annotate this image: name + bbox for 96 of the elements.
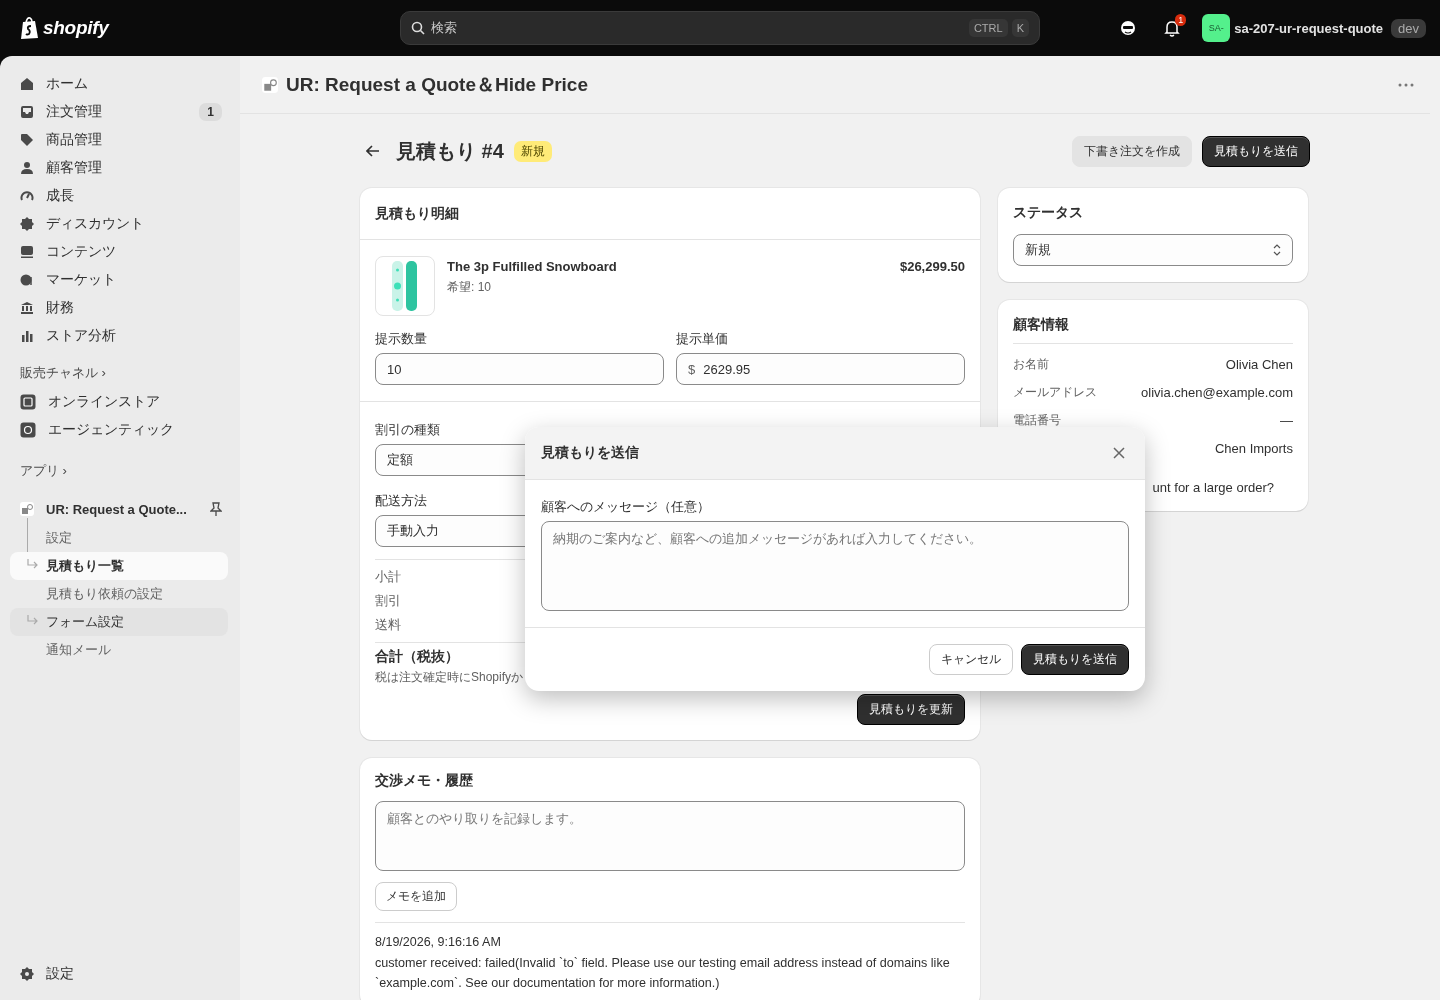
add-note-button[interactable]: メモを追加 (375, 882, 457, 911)
info-label: お名前 (1013, 355, 1049, 373)
shortcut-key: K (1011, 19, 1029, 37)
note-input[interactable]: 顧客とのやり取りを記録します。 (375, 801, 965, 871)
store-name[interactable]: sa-207-ur-request-quote (1234, 20, 1384, 36)
customer-note: unt for a large order? (1151, 479, 1275, 495)
app-icon (262, 76, 278, 93)
image-icon (20, 245, 34, 259)
robot-icon (20, 422, 36, 438)
hook-arrow-icon (27, 615, 39, 625)
field-label: 顧客へのメッセージ（任意） (541, 498, 710, 516)
nav-item[interactable]: ストア分析 (10, 322, 228, 350)
quote-title: 見積もり #4 (396, 138, 504, 164)
info-value: — (1280, 412, 1293, 428)
tax-note: 税は注文確定時にShopifyか (375, 669, 524, 686)
shortcut-key: CTRL (968, 19, 1008, 37)
input-field[interactable]: $ 2629.95 (676, 353, 965, 385)
history-message: customer received: failed(Invalid `to` field. Please use our testing email address instead of domains like `example.com`. See our documentation for more information.) (375, 955, 951, 992)
product-name[interactable]: The 3p Fulfilled Snowboard (447, 259, 888, 274)
app-name[interactable]: UR: Request a Quote... (46, 501, 198, 517)
nav-item[interactable]: オンラインストア (10, 388, 228, 416)
inbox-icon (20, 105, 34, 119)
nav-subitem[interactable]: 通知メール (10, 636, 228, 664)
up-down-chevron-icon (1273, 244, 1281, 256)
nav-subitem[interactable]: 見積もり一覧 (10, 552, 228, 580)
shopping-bag-icon (20, 16, 40, 40)
update-quote-button[interactable]: 見積もりを更新 (857, 694, 965, 725)
input-field[interactable]: 10 (375, 353, 664, 385)
total-label: 合計（税抜） (375, 648, 459, 666)
summary-label: 送料 (375, 616, 401, 634)
app-title: UR: Request a Quote＆Hide Price (286, 72, 589, 97)
nav-item[interactable]: 商品管理 (10, 126, 228, 154)
search-icon (411, 21, 425, 35)
logo-wordmark: shopify (43, 17, 109, 39)
dialog-title: 見積もりを送信 (541, 444, 639, 462)
nav-subitem[interactable]: 設定 (10, 524, 228, 552)
sales-channels-heading[interactable]: 販売チャネル › (10, 350, 116, 388)
card-title: 交渉メモ・履歴 (375, 772, 474, 790)
history-timestamp: 8/19/2026, 9:16:16 AM (375, 935, 502, 949)
back-arrow-icon[interactable] (366, 145, 380, 157)
line-total: $26,299.50 (899, 258, 965, 274)
card-title: ステータス (1013, 204, 1084, 222)
bank-icon (20, 301, 34, 315)
hook-arrow-icon (27, 559, 39, 569)
bell-icon[interactable] (1164, 19, 1181, 37)
field-label: 提示単価 (676, 330, 728, 348)
count-badge: 1 (199, 103, 222, 121)
requested-quantity: 希望: 10 (447, 279, 492, 296)
nav-item[interactable]: 顧客管理 (10, 154, 228, 182)
nav-item[interactable]: 成長 (10, 182, 228, 210)
info-value: olivia.chen@example.com (1141, 384, 1293, 400)
field-label: 配送方法 (375, 492, 427, 510)
status-badge: 新規 (513, 140, 552, 162)
card-title: 顧客情報 (1013, 316, 1293, 344)
close-icon[interactable] (1113, 447, 1125, 459)
summary-label: 小計 (375, 568, 401, 586)
gauge-icon (20, 189, 34, 203)
more-icon[interactable] (1398, 82, 1414, 87)
info-label: 電話番号 (1013, 411, 1061, 429)
summary-label: 割引 (375, 592, 401, 610)
pin-icon[interactable] (210, 502, 222, 516)
create-draft-order-button[interactable]: 下書き注文を作成 (1072, 135, 1192, 167)
search-field[interactable]: 検索 CTRL K (400, 11, 1040, 45)
nav-item[interactable]: マーケット (10, 266, 228, 294)
storefront-icon (20, 394, 36, 410)
environment-badge: dev (1391, 18, 1426, 38)
info-label: メールアドレス (1013, 383, 1097, 401)
store-avatar[interactable]: SA- (1202, 14, 1231, 42)
nav-subitem[interactable]: フォーム設定 (10, 608, 228, 636)
cancel-button[interactable]: キャンセル (929, 644, 1013, 675)
info-value: Olivia Chen (1225, 356, 1293, 372)
notification-count: 1 (1175, 13, 1187, 26)
nav-item[interactable]: コンテンツ (10, 238, 228, 266)
field-label: 提示数量 (375, 330, 427, 348)
settings-link[interactable]: 設定 (10, 960, 228, 988)
apps-heading[interactable]: アプリ › (10, 444, 77, 496)
bar-chart-icon (20, 329, 34, 343)
field-label: 割引の種類 (375, 421, 440, 439)
nav-item[interactable]: ディスカウント (10, 210, 228, 238)
status-select[interactable]: 新規 (1013, 234, 1293, 266)
send-quote-button[interactable]: 見積もりを送信 (1021, 644, 1129, 675)
snowboard-drawing (375, 256, 435, 316)
settings-icon (20, 967, 34, 981)
nav-item[interactable]: エージェンティック (10, 416, 228, 444)
nav-item[interactable]: ホーム (10, 70, 228, 98)
house-icon (20, 77, 34, 91)
send-quote-button[interactable]: 見積もりを送信 (1202, 135, 1310, 167)
message-input[interactable]: 納期のご案内など、顧客への追加メッセージがあれば入力してください。 (541, 521, 1129, 611)
nav-item[interactable]: 注文管理 1 (10, 98, 228, 126)
tag-icon (20, 133, 34, 147)
nav-item[interactable]: 財務 (10, 294, 228, 322)
person-icon (20, 161, 34, 175)
nav-subitem[interactable]: 見積もり依頼の設定 (10, 580, 228, 608)
info-value: Chen Imports (1214, 440, 1293, 456)
card-title: 見積もり明細 (360, 188, 980, 240)
app-icon (20, 502, 34, 516)
